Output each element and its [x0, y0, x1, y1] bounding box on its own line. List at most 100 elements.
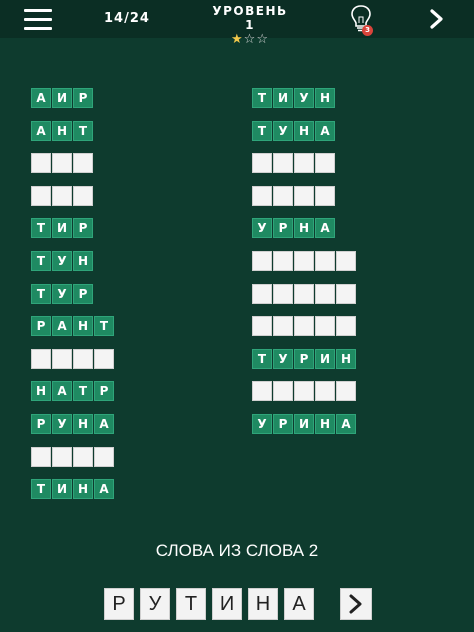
letter-tile: А: [31, 88, 51, 108]
empty-letter-tile: [294, 283, 314, 304]
letter-tile: Н: [336, 348, 356, 369]
letter-tile: У: [294, 88, 314, 108]
empty-letter-tile: [73, 348, 93, 369]
level-indicator: УРОВЕНЬ 1 ★☆☆: [205, 4, 295, 47]
letter-tile: А: [52, 316, 72, 337]
letter-key[interactable]: Т: [176, 588, 206, 620]
empty-letter-tile: [294, 381, 314, 402]
empty-letter-tile: [336, 283, 356, 304]
letter-tile: Н: [73, 479, 93, 500]
solved-word: РУНА: [31, 413, 114, 435]
letter-tile: У: [52, 283, 72, 304]
empty-letter-tile: [252, 250, 272, 271]
empty-letter-tile: [252, 153, 272, 174]
letter-tile: Т: [73, 381, 93, 402]
letter-tile: И: [52, 479, 72, 500]
letter-tile: Н: [315, 88, 335, 108]
letter-tile: И: [52, 88, 72, 108]
letter-keyboard: РУТИНА: [104, 588, 314, 620]
level-title: УРОВЕНЬ 1: [212, 4, 288, 32]
letter-tile: Р: [73, 218, 93, 239]
letter-tile: А: [52, 381, 72, 402]
chevron-right-icon: [349, 594, 362, 614]
solved-word: ТУР: [31, 283, 114, 305]
empty-letter-tile: [52, 153, 72, 174]
hidden-word: [31, 185, 114, 207]
star-filled-icon: ★: [231, 32, 244, 47]
empty-letter-tile: [315, 283, 335, 304]
letter-key[interactable]: Р: [104, 588, 134, 620]
hidden-word: [252, 316, 356, 337]
empty-letter-tile: [273, 185, 293, 206]
empty-letter-tile: [294, 185, 314, 206]
letter-tile: Н: [315, 413, 335, 434]
letter-tile: Т: [252, 88, 272, 108]
letter-tile: Р: [31, 316, 51, 337]
solved-word: УРНА: [252, 218, 356, 239]
empty-letter-tile: [315, 153, 335, 174]
empty-letter-tile: [31, 446, 51, 467]
empty-letter-tile: [252, 316, 272, 337]
letter-tile: И: [294, 413, 314, 434]
hidden-word: [31, 348, 114, 370]
next-level-button[interactable]: [428, 8, 446, 30]
solved-word: УРИНА: [252, 413, 356, 435]
empty-letter-tile: [52, 348, 72, 369]
empty-letter-tile: [273, 316, 293, 337]
submit-word-button[interactable]: [340, 588, 372, 620]
letter-tile: А: [336, 413, 356, 434]
letter-tile: Т: [31, 283, 51, 304]
solved-word: РАНТ: [31, 316, 114, 337]
empty-letter-tile: [252, 283, 272, 304]
letter-tile: Т: [31, 250, 51, 271]
empty-letter-tile: [31, 348, 51, 369]
letter-tile: Р: [273, 413, 293, 434]
empty-letter-tile: [31, 153, 51, 174]
letter-key[interactable]: У: [140, 588, 170, 620]
solved-word: АНТ: [31, 120, 114, 142]
letter-tile: Р: [294, 348, 314, 369]
empty-letter-tile: [315, 250, 335, 271]
empty-letter-tile: [336, 381, 356, 402]
star-empty-icon: ☆: [243, 32, 257, 47]
letter-tile: Т: [252, 348, 272, 369]
letter-tile: Т: [73, 120, 93, 141]
letter-key[interactable]: Н: [248, 588, 278, 620]
solved-word: НАТР: [31, 381, 114, 402]
hamburger-menu-icon[interactable]: [24, 9, 52, 31]
letter-tile: У: [52, 250, 72, 271]
word-list-left: АИРАНТТИРТУНТУРРАНТНАТРРУНАТИНА: [31, 88, 114, 512]
empty-letter-tile: [94, 446, 114, 467]
hidden-word: [31, 446, 114, 468]
word-list-right: ТИУНТУНАУРНАТУРИНУРИНА: [252, 88, 356, 447]
letter-tile: Н: [294, 120, 314, 141]
letter-tile: Н: [73, 413, 93, 434]
empty-letter-tile: [52, 185, 72, 206]
letter-tile: Т: [31, 479, 51, 500]
hidden-word: [252, 185, 356, 207]
empty-letter-tile: [294, 316, 314, 337]
word-progress: 14/24: [104, 11, 150, 26]
empty-letter-tile: [336, 250, 356, 271]
letter-tile: Р: [94, 381, 114, 402]
letter-tile: Н: [294, 218, 314, 239]
letter-tile: А: [315, 218, 335, 239]
empty-letter-tile: [31, 185, 51, 206]
letter-tile: Т: [31, 218, 51, 239]
hidden-word: [31, 153, 114, 174]
letter-tile: И: [52, 218, 72, 239]
letter-tile: Н: [31, 381, 51, 402]
level-stars: ★☆☆: [205, 33, 295, 47]
empty-letter-tile: [294, 250, 314, 271]
letter-key[interactable]: А: [284, 588, 314, 620]
letter-key[interactable]: И: [212, 588, 242, 620]
empty-letter-tile: [73, 446, 93, 467]
empty-letter-tile: [273, 250, 293, 271]
hint-button[interactable]: 3: [346, 3, 376, 36]
letter-tile: У: [273, 348, 293, 369]
empty-letter-tile: [73, 153, 93, 174]
solved-word: ТИУН: [252, 88, 356, 109]
letter-tile: Т: [94, 316, 114, 337]
solved-word: ТУНА: [252, 120, 356, 142]
star-empty-icon: ☆: [256, 32, 269, 47]
